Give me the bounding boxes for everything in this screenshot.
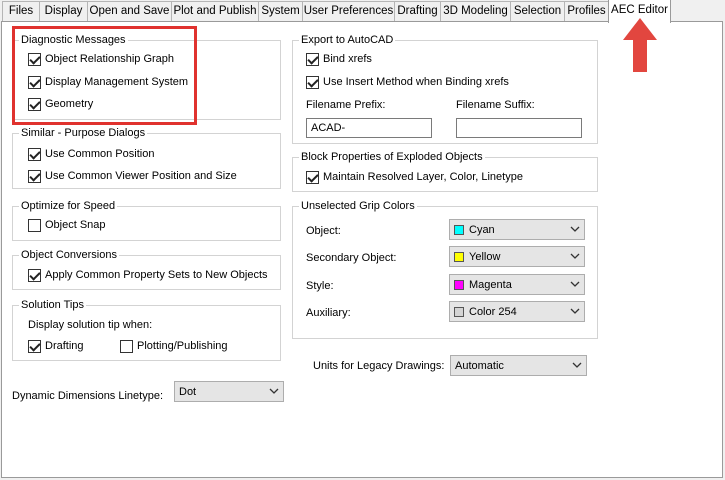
checkbox-label: Bind xrefs bbox=[323, 53, 372, 65]
solution-tips-title: Solution Tips bbox=[19, 298, 86, 312]
dynamic-dimensions-linetype-label: Dynamic Dimensions Linetype: bbox=[12, 390, 164, 402]
tab-files[interactable]: Files bbox=[2, 1, 40, 22]
legacy-units-label: Units for Legacy Drawings: bbox=[313, 360, 445, 372]
filename-suffix-label: Filename Suffix: bbox=[456, 99, 535, 111]
red-arrow-up-icon bbox=[623, 18, 657, 72]
tab-system[interactable]: System bbox=[258, 1, 303, 22]
checkbox-label: Use Common Position bbox=[45, 148, 155, 160]
use-common-viewer-position-checkbox[interactable]: Use Common Viewer Position and Size bbox=[28, 169, 237, 183]
similar-purpose-dialogs-title: Similar - Purpose Dialogs bbox=[19, 126, 148, 140]
checkbox-box[interactable] bbox=[28, 339, 41, 353]
grip-style-label: Style: bbox=[306, 280, 334, 292]
chevron-down-icon bbox=[269, 388, 279, 394]
export-to-autocad-title: Export to AutoCAD bbox=[299, 33, 396, 47]
checkbox-label: Maintain Resolved Layer, Color, Linetype bbox=[323, 171, 523, 183]
solution-tips-prompt: Display solution tip when: bbox=[28, 319, 153, 331]
checkbox-box[interactable] bbox=[120, 339, 133, 353]
checkbox-label: Object Snap bbox=[45, 219, 106, 231]
checkbox-box[interactable] bbox=[28, 218, 41, 232]
tab-strip: Files Display Open and Save Plot and Pub… bbox=[0, 0, 725, 23]
checkbox-label: Drafting bbox=[45, 340, 84, 352]
checkbox-box[interactable] bbox=[28, 97, 41, 111]
checkbox-box[interactable] bbox=[28, 52, 41, 66]
bind-xrefs-checkbox[interactable]: Bind xrefs bbox=[306, 52, 372, 66]
dynamic-dimensions-linetype-dropdown[interactable]: Dot bbox=[174, 381, 284, 402]
checkbox-box[interactable] bbox=[28, 147, 41, 161]
tab-user-preferences[interactable]: User Preferences bbox=[302, 1, 395, 22]
tab-open-and-save[interactable]: Open and Save bbox=[87, 1, 172, 22]
chevron-down-icon bbox=[570, 253, 580, 259]
tab-3d-modeling[interactable]: 3D Modeling bbox=[440, 1, 511, 22]
grip-auxiliary-color-dropdown[interactable]: Color 254 bbox=[449, 301, 585, 322]
checkbox-label: Object Relationship Graph bbox=[45, 53, 175, 65]
grip-object-color-dropdown[interactable]: Cyan bbox=[449, 219, 585, 240]
dropdown-value: Dot bbox=[179, 385, 197, 398]
dropdown-value: Automatic bbox=[455, 359, 504, 372]
checkbox-box[interactable] bbox=[306, 52, 319, 66]
unselected-grip-colors-title: Unselected Grip Colors bbox=[299, 199, 417, 213]
tab-display[interactable]: Display bbox=[39, 1, 88, 22]
grip-secondary-object-color-dropdown[interactable]: Yellow bbox=[449, 246, 585, 267]
checkbox-label: Apply Common Property Sets to New Object… bbox=[45, 269, 268, 281]
checkbox-label: Geometry bbox=[45, 98, 94, 110]
tab-selection[interactable]: Selection bbox=[510, 1, 565, 22]
checkbox-box[interactable] bbox=[306, 75, 319, 89]
dropdown-value: Magenta bbox=[469, 278, 512, 291]
grip-secondary-object-label: Secondary Object: bbox=[306, 252, 397, 264]
use-common-position-checkbox[interactable]: Use Common Position bbox=[28, 147, 154, 161]
apply-common-property-sets-checkbox[interactable]: Apply Common Property Sets to New Object… bbox=[28, 268, 268, 282]
geometry-checkbox[interactable]: Geometry bbox=[28, 97, 93, 111]
plotting-publishing-tip-checkbox[interactable]: Plotting/Publishing bbox=[120, 339, 228, 353]
color-swatch bbox=[454, 251, 464, 262]
checkbox-label: Display Management System bbox=[45, 76, 189, 88]
maintain-resolved-layer-checkbox[interactable]: Maintain Resolved Layer, Color, Linetype bbox=[306, 170, 523, 184]
tab-plot-and-publish[interactable]: Plot and Publish bbox=[171, 1, 259, 22]
filename-prefix-input[interactable]: ACAD- bbox=[306, 118, 432, 138]
checkbox-box[interactable] bbox=[28, 169, 41, 183]
grip-object-label: Object: bbox=[306, 225, 341, 237]
dropdown-value: Cyan bbox=[469, 223, 495, 236]
chevron-down-icon bbox=[570, 308, 580, 314]
filename-suffix-input[interactable] bbox=[456, 118, 582, 138]
object-snap-checkbox[interactable]: Object Snap bbox=[28, 218, 106, 232]
checkbox-box[interactable] bbox=[28, 268, 41, 282]
drafting-tip-checkbox[interactable]: Drafting bbox=[28, 339, 84, 353]
optimize-for-speed-title: Optimize for Speed bbox=[19, 199, 118, 213]
grip-auxiliary-label: Auxiliary: bbox=[306, 307, 351, 319]
color-swatch bbox=[454, 279, 464, 290]
diagnostic-messages-title: Diagnostic Messages bbox=[19, 33, 128, 47]
checkbox-label: Plotting/Publishing bbox=[137, 340, 228, 352]
checkbox-box[interactable] bbox=[28, 75, 41, 89]
grip-style-color-dropdown[interactable]: Magenta bbox=[449, 274, 585, 295]
chevron-down-icon bbox=[570, 226, 580, 232]
tab-profiles[interactable]: Profiles bbox=[564, 1, 609, 22]
checkbox-box[interactable] bbox=[306, 170, 319, 184]
dropdown-value: Yellow bbox=[469, 250, 501, 263]
display-management-system-checkbox[interactable]: Display Management System bbox=[28, 75, 188, 89]
chevron-down-icon bbox=[570, 281, 580, 287]
dropdown-value: Color 254 bbox=[469, 305, 517, 318]
legacy-units-dropdown[interactable]: Automatic bbox=[450, 355, 587, 376]
checkbox-label: Use Common Viewer Position and Size bbox=[45, 170, 237, 182]
tab-drafting[interactable]: Drafting bbox=[394, 1, 441, 22]
chevron-down-icon bbox=[572, 362, 582, 368]
object-conversions-title: Object Conversions bbox=[19, 248, 119, 262]
block-properties-title: Block Properties of Exploded Objects bbox=[299, 150, 485, 164]
use-insert-method-checkbox[interactable]: Use Insert Method when Binding xrefs bbox=[306, 75, 509, 89]
color-swatch bbox=[454, 306, 464, 317]
object-relationship-graph-checkbox[interactable]: Object Relationship Graph bbox=[28, 52, 174, 66]
checkbox-label: Use Insert Method when Binding xrefs bbox=[323, 76, 509, 88]
color-swatch bbox=[454, 224, 464, 235]
filename-prefix-label: Filename Prefix: bbox=[306, 99, 386, 111]
